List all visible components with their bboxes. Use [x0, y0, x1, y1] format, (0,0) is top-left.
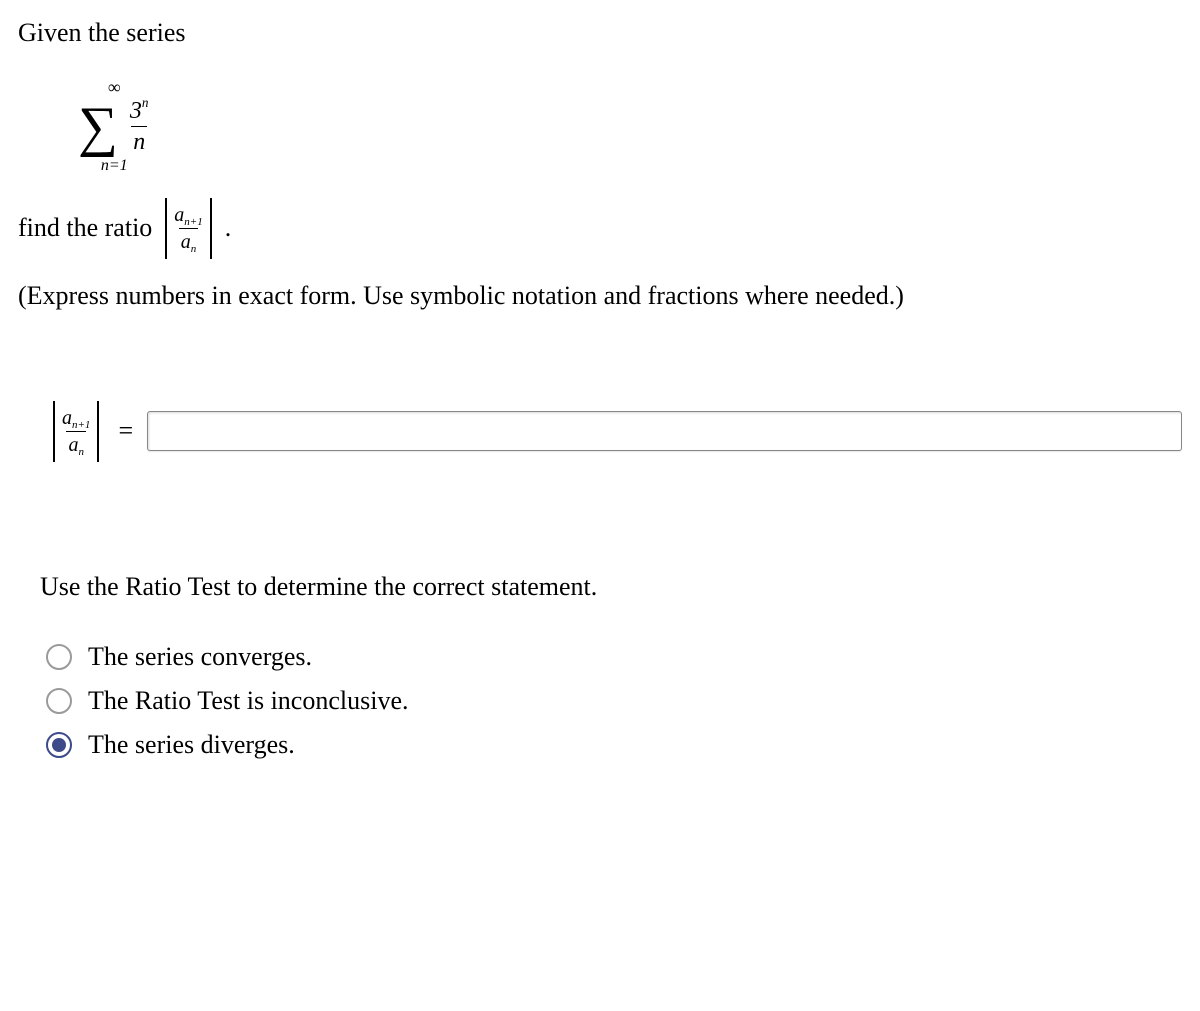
prompt-intro: Given the series	[18, 18, 1182, 48]
abs-ratio-icon: an+1 an	[160, 198, 216, 259]
series-fraction: 3n n	[128, 98, 151, 156]
find-ratio-line: find the ratio an+1 an .	[18, 198, 1182, 259]
statement-text: Use the Ratio Test to determine the corr…	[40, 572, 1182, 602]
option-inconclusive[interactable]: The Ratio Test is inconclusive.	[46, 686, 1182, 716]
radio-icon	[46, 732, 72, 758]
radio-icon	[46, 644, 72, 670]
radio-icon	[46, 688, 72, 714]
option-label: The Ratio Test is inconclusive.	[88, 686, 408, 716]
series-sum: ∞ ∑ 3n n n=1	[78, 78, 151, 174]
answer-row: an+1 an =	[48, 401, 1182, 462]
ratio-answer-input[interactable]	[147, 411, 1182, 451]
sigma-icon: ∑	[78, 99, 118, 155]
abs-ratio-answer-icon: an+1 an	[48, 401, 104, 462]
options-group: The series converges. The Ratio Test is …	[46, 642, 1182, 760]
option-label: The series converges.	[88, 642, 312, 672]
option-converges[interactable]: The series converges.	[46, 642, 1182, 672]
option-diverges[interactable]: The series diverges.	[46, 730, 1182, 760]
option-label: The series diverges.	[88, 730, 295, 760]
instruction-text: (Express numbers in exact form. Use symb…	[18, 281, 1182, 311]
